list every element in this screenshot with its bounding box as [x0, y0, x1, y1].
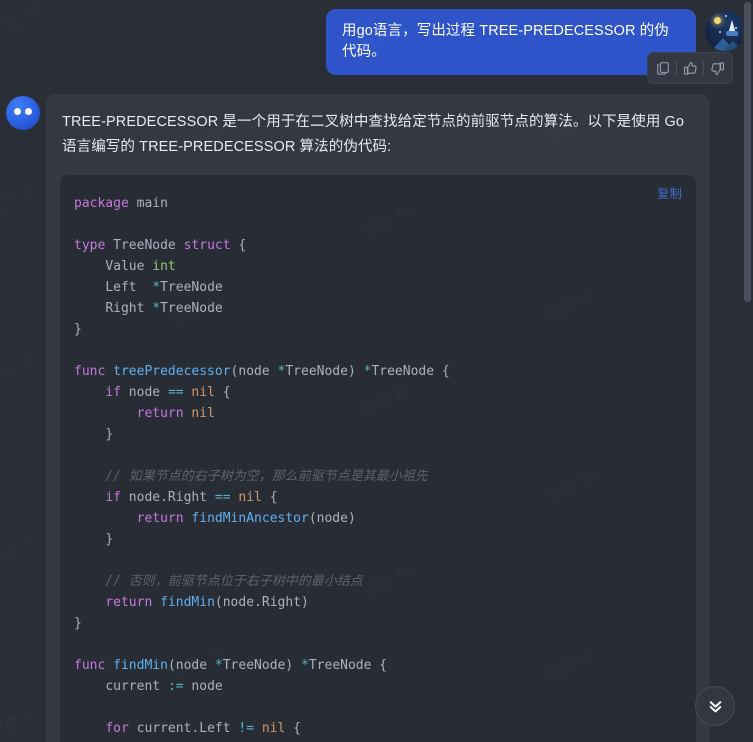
eye-icon — [14, 108, 21, 116]
code-copy-button[interactable]: 复制 — [657, 183, 682, 202]
thumbs-up-icon — [683, 61, 697, 75]
scroll-to-bottom-button[interactable] — [695, 686, 735, 726]
user-avatar[interactable] — [705, 11, 745, 51]
copy-message-button[interactable] — [650, 57, 676, 79]
moon-icon — [714, 17, 721, 24]
double-chevron-down-icon — [709, 700, 721, 712]
vertical-scrollbar-track[interactable] — [742, 0, 753, 742]
star-icon — [719, 31, 721, 33]
code-block: 复制 package main type TreeNode struct { V… — [60, 174, 696, 742]
mountain-icon — [723, 41, 743, 51]
code-content[interactable]: package main type TreeNode struct { Valu… — [60, 185, 696, 742]
eye-icon — [25, 108, 32, 116]
user-message-row: 用go语言，写出过程 TREE-PREDECESSOR 的伪代码。 — [0, 8, 753, 76]
copy-icon — [657, 62, 669, 75]
vertical-scrollbar-thumb[interactable] — [744, 2, 751, 302]
chat-scroll-region[interactable]: 用go语言，写出过程 TREE-PREDECESSOR 的伪代码。 TREE-P… — [0, 0, 753, 742]
star-icon — [725, 15, 727, 17]
code-go-source: package main type TreeNode struct { Valu… — [74, 195, 450, 742]
assistant-avatar — [6, 96, 40, 131]
thumbs-down-icon — [710, 61, 724, 75]
assistant-intro-text: TREE-PREDECESSOR 是一个用于在二叉树中查找给定节点的前驱节点的算… — [62, 114, 685, 156]
user-message-bubble[interactable]: 用go语言，写出过程 TREE-PREDECESSOR 的伪代码。 — [326, 9, 696, 76]
message-action-bar — [647, 52, 733, 84]
thumbs-up-button[interactable] — [677, 57, 703, 79]
assistant-message-bubble: TREE-PREDECESSOR 是一个用于在二叉树中查找给定节点的前驱节点的算… — [46, 94, 710, 742]
assistant-message-row: TREE-PREDECESSOR 是一个用于在二叉树中查找给定节点的前驱节点的算… — [0, 94, 753, 742]
thumbs-down-button[interactable] — [704, 57, 730, 79]
chat-message-list: 用go语言，写出过程 TREE-PREDECESSOR 的伪代码。 TREE-P… — [0, 0, 753, 742]
rocket-body-icon — [726, 31, 738, 36]
